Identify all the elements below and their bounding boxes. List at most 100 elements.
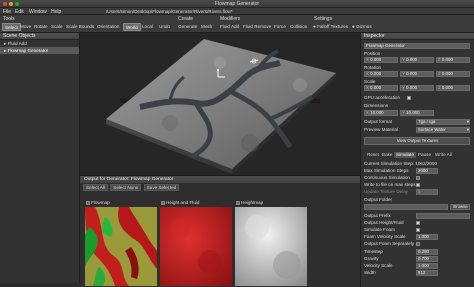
mesh-button[interactable]: Mesh [199, 23, 214, 31]
dimensions-x-field[interactable]: X 10.000 [364, 110, 398, 116]
local-space-button[interactable]: Local [140, 23, 155, 31]
modifiers-label: Modifiers [220, 16, 241, 22]
output-height-fluid-label: Output Height/Fluid [364, 220, 404, 225]
object-name-field[interactable]: Flowmap Generator [364, 43, 470, 49]
scene-item-fluid-add[interactable]: ▸ Fluid Add [0, 40, 79, 47]
force-button[interactable]: Force [272, 23, 288, 31]
scene-item-label: Flowmap Generator [7, 48, 49, 53]
select-all-button[interactable]: Select All [83, 184, 108, 191]
fluid-add-button[interactable]: Fluid Add [218, 23, 241, 31]
create-label: Create [178, 16, 194, 22]
orientation-button[interactable]: Orientation [95, 23, 121, 31]
inspector-title: Inspector [361, 33, 474, 40]
continuous-simulation-checkbox[interactable] [416, 176, 420, 180]
update-delay-label: Update Texture Delay [364, 189, 409, 194]
simulate-foam-label: Simulate Foam [364, 227, 395, 232]
tab-pause[interactable]: Pause [416, 152, 433, 158]
move-tool-button[interactable]: Move [18, 23, 33, 31]
terrain-render [106, 39, 336, 174]
scene-item-flowmap-generator[interactable]: ▸ Flowmap Generator [0, 47, 79, 54]
world-space-button[interactable]: World [123, 23, 141, 31]
position-x-field[interactable]: X 0.000 [364, 57, 398, 63]
heightmap-checkbox[interactable] [236, 201, 240, 205]
foam-velocity-field[interactable]: 1.000 [416, 234, 438, 240]
inspector-panel: Inspector Flowmap Generator Position X 0… [360, 33, 474, 287]
velocity-scale-field[interactable]: 1.000 [416, 263, 438, 269]
browse-button[interactable]: Browse [450, 204, 470, 210]
rotation-x-field[interactable]: X 0.000 [364, 71, 398, 77]
scale-label: Scale [364, 79, 376, 84]
output-prefix-field[interactable] [416, 213, 470, 219]
toolbar: Tools Select Move Rotate Scale Scale Bou… [0, 15, 474, 33]
flowmap-checkbox[interactable] [86, 201, 90, 205]
output-foam-checkbox[interactable] [416, 242, 420, 246]
position-z-field[interactable]: Z 0.000 [436, 57, 470, 63]
tab-reset[interactable]: Reset [365, 152, 381, 158]
scale-x-field[interactable]: X 0.000 [364, 85, 398, 91]
scene-objects-title: Scene Objects [0, 33, 79, 40]
output-format-select[interactable]: Tga / tga ▾ [416, 119, 470, 125]
simulate-foam-checkbox[interactable] [416, 228, 420, 232]
preview-material-select[interactable]: Surface Water ▾ [416, 127, 470, 133]
position-label: Position [364, 51, 381, 56]
foam-velocity-label: Foam Velocity Scale [364, 234, 406, 239]
position-y-field[interactable]: Y 0.000 [400, 57, 434, 63]
timestep-field[interactable]: 0.280 [416, 249, 438, 255]
heightmap-thumbnail[interactable]: Heightmap [235, 200, 307, 286]
gpu-acceleration-label: GPU acceleration [364, 95, 401, 100]
gravity-field[interactable]: 0.700 [416, 256, 438, 262]
rotate-tool-button[interactable]: Rotate [32, 23, 50, 31]
output-height-fluid-checkbox[interactable] [416, 221, 420, 225]
velocity-scale-label: Velocity Scale [364, 263, 393, 268]
output-panel-title: Output for Generator: Flowmap Generator [80, 176, 360, 183]
output-buttons: Select All Select None Save Selected [80, 183, 360, 192]
generate-button[interactable]: Generate [176, 23, 199, 31]
radio-on-icon: ● [352, 24, 355, 29]
output-folder-field[interactable] [364, 204, 448, 210]
fluid-remove-button[interactable]: Fluid Remove [241, 23, 273, 31]
scale-z-field[interactable]: Z 0.000 [436, 85, 470, 91]
height-fluid-checkbox[interactable] [161, 201, 165, 205]
gpu-acceleration-checkbox[interactable] [407, 96, 411, 100]
select-none-button[interactable]: Select None [110, 184, 142, 191]
view-output-textures-button[interactable]: View Output Textures [364, 137, 470, 145]
gizmos-label: Gizmos [356, 24, 372, 29]
write-max-steps-label: Write to file on max steps [364, 182, 416, 187]
tab-write-all[interactable]: Write All [433, 152, 454, 158]
dimensions-label: Dimensions [364, 103, 388, 108]
preview-material-label: Preview Material [364, 127, 398, 132]
collision-button[interactable]: Collision [288, 23, 309, 31]
dimensions-y-field[interactable]: Y 10.000 [400, 110, 434, 116]
width-field[interactable]: 512 [416, 270, 438, 276]
tree-arrow-icon: ▸ [4, 48, 7, 53]
save-selected-button[interactable]: Save Selected [143, 184, 180, 191]
scene-item-label: Fluid Add [7, 41, 27, 46]
flowmap-thumbnail[interactable]: Flowmap [85, 200, 157, 286]
scale-tool-button[interactable]: Scale [49, 23, 65, 31]
tab-simulate[interactable]: Simulate [394, 152, 416, 158]
undo-button[interactable]: Undo [157, 23, 172, 31]
output-prefix-label: Output Prefix [364, 213, 391, 218]
gizmos-toggle[interactable]: ● Gizmos [350, 23, 374, 31]
height-fluid-image [160, 207, 232, 286]
scale-bounds-tool-button[interactable]: Scale Bounds [64, 23, 96, 31]
output-foam-label: Output Foam Separately [364, 241, 415, 246]
output-panel: Output for Generator: Flowmap Generator … [80, 175, 360, 287]
tree-arrow-icon: ▸ [4, 41, 7, 46]
flowmap-image [85, 207, 157, 286]
scale-y-field[interactable]: Y 0.000 [400, 85, 434, 91]
heightmap-image [235, 207, 307, 286]
height-fluid-thumbnail[interactable]: Height and Fluid [160, 200, 232, 286]
write-max-steps-checkbox[interactable] [416, 183, 420, 187]
update-delay-field[interactable]: 5 [416, 189, 438, 195]
falloff-textures-label: Falloff Textures [317, 24, 349, 29]
tab-bake[interactable]: Bake [380, 152, 394, 158]
rotation-z-field[interactable]: Z 0.000 [436, 71, 470, 77]
3d-viewport[interactable] [80, 33, 360, 175]
chevron-down-icon: ▾ [466, 119, 469, 124]
heightmap-label: Heightmap [241, 200, 264, 205]
max-steps-field[interactable]: 2000 [416, 168, 438, 174]
rotation-y-field[interactable]: Y 0.000 [400, 71, 434, 77]
settings-label: Settings [314, 16, 333, 22]
falloff-textures-toggle[interactable]: ● Falloff Textures [311, 23, 350, 31]
